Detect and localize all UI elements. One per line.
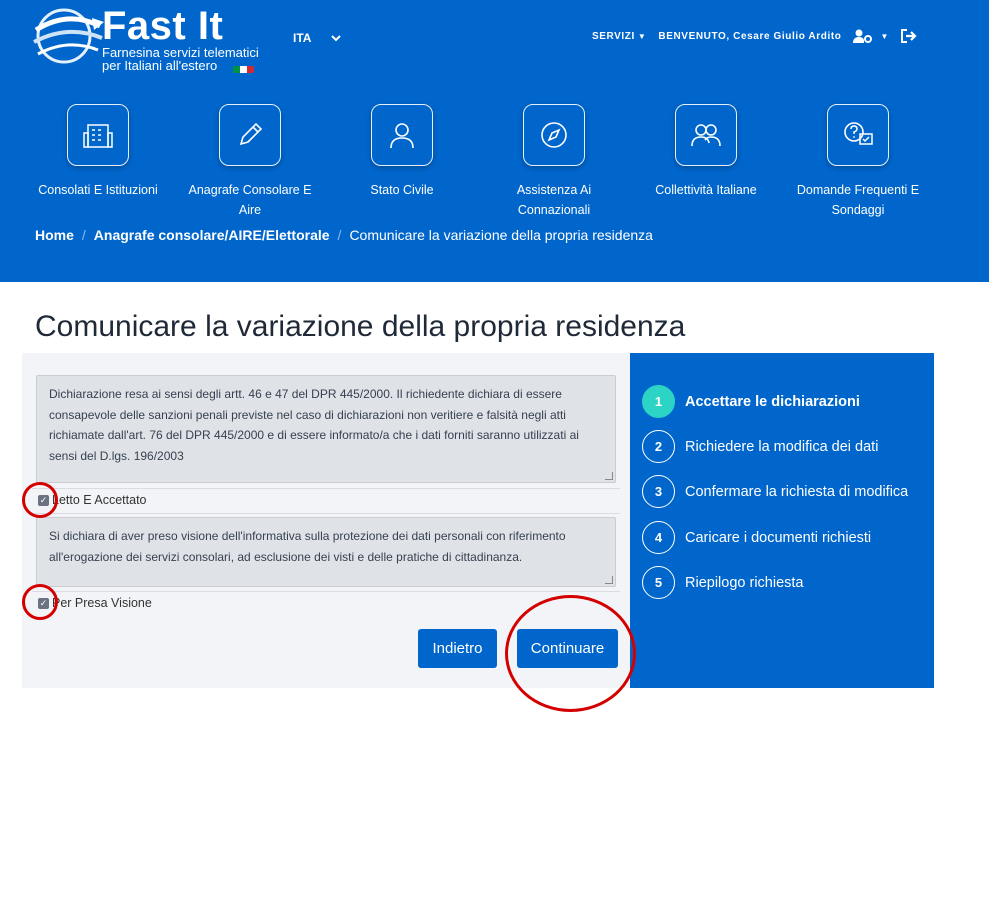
service-label: Consolati E Istituzioni <box>38 183 158 197</box>
service-collettivita[interactable]: Collettività Italiane <box>630 104 782 220</box>
breadcrumb-section[interactable]: Anagrafe consolare/AIRE/Elettorale <box>94 227 330 243</box>
service-label: Assistenza Ai Connazionali <box>516 183 592 217</box>
user-cog-icon <box>853 29 873 43</box>
declaration-textarea-1[interactable]: Dichiarazione resa ai sensi degli artt. … <box>36 375 616 483</box>
services-menu[interactable]: SERVIZI ▼ <box>592 31 646 42</box>
person-icon <box>371 104 433 166</box>
services-nav: Consolati E Istituzioni Anagrafe Consola… <box>22 104 962 220</box>
step-number: 2 <box>642 430 675 463</box>
breadcrumb-separator: / <box>81 227 86 243</box>
page-title: Comunicare la variazione della propria r… <box>35 310 686 343</box>
resize-handle[interactable] <box>605 472 613 480</box>
step-label: Confermare la richiesta di modifica <box>685 483 909 500</box>
declaration-text-1: Dichiarazione resa ai sensi degli artt. … <box>49 387 579 463</box>
declaration-textarea-2[interactable]: Si dichiara di aver preso visione dell'i… <box>36 517 616 587</box>
logout-icon[interactable] <box>901 29 917 43</box>
step-3: 3 Confermare la richiesta di modifica <box>642 475 908 508</box>
accept-checkbox[interactable]: ✓ <box>38 494 49 506</box>
declaration-text-2: Si dichiara di aver preso visione dell'i… <box>49 529 566 564</box>
privacy-checkbox-row[interactable]: ✓ Per Presa Visione <box>38 596 152 610</box>
service-anagrafe[interactable]: Anagrafe Consolare E Aire <box>174 104 326 220</box>
service-assistenza[interactable]: Assistenza Ai Connazionali <box>478 104 630 220</box>
building-icon <box>67 104 129 166</box>
step-2: 2 Richiedere la modifica dei dati <box>642 430 878 463</box>
services-menu-label: SERVIZI <box>591 30 635 42</box>
fast-it-logo[interactable]: Fast It Farnesina servizi telematici per… <box>32 0 272 80</box>
divider <box>32 488 620 489</box>
step-label: Caricare i documenti richiesti <box>685 529 872 546</box>
language-selector[interactable]: ITA <box>293 31 342 45</box>
breadcrumb-current: Comunicare la variazione della propria r… <box>349 227 653 243</box>
step-5: 5 Riepilogo richiesta <box>642 566 803 599</box>
top-nav: SERVIZI ▼ BENVENUTO, Cesare Giulio Ardito… <box>592 29 917 43</box>
step-number: 1 <box>642 385 675 418</box>
step-number: 5 <box>642 566 675 599</box>
step-number: 4 <box>642 521 675 554</box>
steps-panel: 1 Accettare le dichiarazioni 2 Richieder… <box>630 353 934 688</box>
pen-icon <box>219 104 281 166</box>
service-consolati[interactable]: Consolati E Istituzioni <box>22 104 174 220</box>
service-label: Domande Frequenti E Sondaggi <box>796 183 920 217</box>
welcome-user: BENVENUTO, Cesare Giulio Ardito <box>658 30 842 42</box>
language-label: ITA <box>293 31 312 45</box>
resize-handle[interactable] <box>605 576 613 584</box>
step-label: Richiedere la modifica dei dati <box>685 438 879 455</box>
divider <box>32 591 620 592</box>
step-label: Accettare le dichiarazioni <box>685 393 860 410</box>
chevron-down-icon <box>331 34 342 41</box>
service-label: Anagrafe Consolare E Aire <box>188 183 312 217</box>
site-header: Fast It Farnesina servizi telematici per… <box>0 0 989 282</box>
divider <box>32 513 620 514</box>
compass-icon <box>523 104 585 166</box>
breadcrumb-separator: / <box>337 227 342 243</box>
privacy-checkbox[interactable]: ✓ <box>38 597 49 609</box>
globe-logo-icon <box>33 8 104 64</box>
step-1: 1 Accettare le dichiarazioni <box>642 385 860 418</box>
service-label: Stato Civile <box>370 183 434 197</box>
continue-button[interactable]: Continuare <box>517 629 618 668</box>
logo-title: Fast It <box>102 4 224 48</box>
faq-icon <box>827 104 889 166</box>
privacy-checkbox-label: Per Presa Visione <box>52 596 152 610</box>
accept-checkbox-row[interactable]: ✓ Letto E Accettato <box>38 493 147 507</box>
italian-flag-icon <box>233 66 254 73</box>
service-stato-civile[interactable]: Stato Civile <box>326 104 478 220</box>
group-icon <box>675 104 737 166</box>
breadcrumb: Home / Anagrafe consolare/AIRE/Elettoral… <box>35 227 653 243</box>
back-button[interactable]: Indietro <box>418 629 497 668</box>
step-4: 4 Caricare i documenti richiesti <box>642 521 871 554</box>
accept-checkbox-label: Letto E Accettato <box>52 493 147 507</box>
caret-down-icon: ▼ <box>880 31 889 41</box>
user-settings-menu[interactable]: ▼ <box>853 29 889 43</box>
service-domande[interactable]: Domande Frequenti E Sondaggi <box>782 104 934 220</box>
breadcrumb-home[interactable]: Home <box>35 227 74 243</box>
declarations-form: Dichiarazione resa ai sensi degli artt. … <box>22 353 630 688</box>
step-label: Riepilogo richiesta <box>685 574 804 591</box>
step-number: 3 <box>642 475 675 508</box>
service-label: Collettività Italiane <box>655 183 757 197</box>
caret-down-icon: ▼ <box>637 31 647 41</box>
